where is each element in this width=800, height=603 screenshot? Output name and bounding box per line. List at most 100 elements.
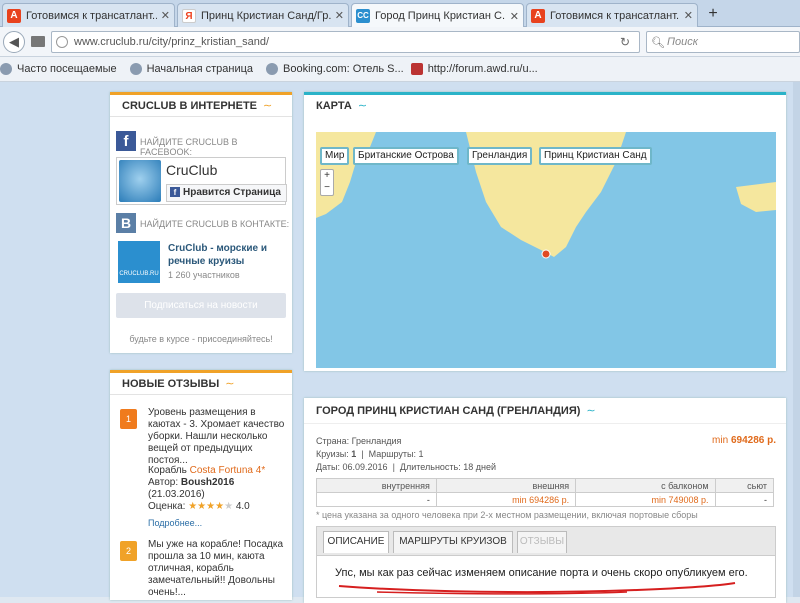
port-marker bbox=[541, 249, 551, 259]
bookmark-item[interactable]: http://forum.awd.ru/u... bbox=[410, 63, 538, 75]
facebook-heading: НАЙДИТЕ CRUCLUB В FACEBOOK: bbox=[140, 137, 238, 157]
map-zoom-control: + − bbox=[320, 169, 334, 196]
page-content: CRUCLUB В ИНТЕРНЕТЕ ∼ f НАЙДИТЕ CRUCLUB В… bbox=[0, 82, 800, 603]
price-table-header: внутренняя внешняя с балконом сьют bbox=[316, 478, 775, 493]
review-number-badge: 1 bbox=[120, 409, 137, 429]
new-tab-button[interactable]: + bbox=[703, 3, 723, 25]
cruclub-icon: CC bbox=[356, 9, 370, 23]
wave-icon: ∼ bbox=[357, 100, 368, 112]
breadcrumb-world[interactable]: Мир bbox=[320, 147, 350, 165]
wave-icon: ∼ bbox=[586, 405, 596, 417]
globe-icon bbox=[56, 36, 68, 48]
yandex-icon: Я bbox=[182, 8, 196, 23]
panel-title: CRUCLUB В ИНТЕРНЕТЕ ∼ bbox=[110, 95, 292, 117]
adobe-icon: A bbox=[531, 8, 545, 23]
social-footer-text: будьте в курсе - присоединяйтесь! bbox=[129, 334, 273, 344]
port-panel: ГОРОД ПРИНЦ КРИСТИАН САНД (ГРЕНЛАНДИЯ) ∼ … bbox=[304, 398, 786, 603]
iceland-landmass bbox=[736, 182, 776, 212]
bookmark-icon bbox=[129, 63, 142, 75]
breadcrumb-greenland[interactable]: Гренландия bbox=[467, 147, 533, 165]
review-text[interactable]: Мы уже на корабле! Посадка прошла за 10 … bbox=[148, 539, 286, 599]
description-content: Упс, мы как раз сейчас изменяем описание… bbox=[316, 556, 776, 598]
back-button[interactable]: ◀ bbox=[3, 31, 25, 53]
browser-tab[interactable]: A Готовимся к трансатлант... ✕ bbox=[2, 3, 175, 27]
tab-title: Принц Кристиан Санд/Гр... bbox=[201, 9, 331, 22]
description-tabs: ОПИСАНИЕ МАРШРУТЫ КРУИЗОВ (1) ОТЗЫВЫ bbox=[316, 526, 776, 567]
review-more-link[interactable]: Подробнее... bbox=[148, 518, 202, 528]
review-text[interactable]: Уровень размещения в каютах - 3. Хромает… bbox=[148, 407, 286, 467]
map-graphic bbox=[316, 132, 776, 259]
reload-icon[interactable]: ↻ bbox=[620, 35, 630, 49]
map-panel: КАРТА ∼ Мир Британские Острова Гренландия… bbox=[304, 92, 786, 371]
facebook-icon: f bbox=[116, 131, 136, 151]
facebook-icon: f bbox=[170, 187, 180, 197]
description-message: Упс, мы как раз сейчас изменяем описание… bbox=[335, 567, 748, 579]
vkontakte-group-link[interactable]: CruClub - морские и речные круизы bbox=[168, 242, 286, 268]
breadcrumb-prince-christian-sound[interactable]: Принц Кристиан Санд bbox=[539, 147, 652, 165]
bookmark-item[interactable]: Часто посещаемые bbox=[0, 63, 117, 75]
review-author: Boush2016 bbox=[180, 477, 235, 488]
price-cell[interactable]: min 749008 р. bbox=[575, 492, 716, 507]
tab-routes[interactable]: МАРШРУТЫ КРУИЗОВ (1) bbox=[393, 531, 513, 567]
reviews-panel: НОВЫЕ ОТЗЫВЫ ∼ 1 Уровень размещения в каю… bbox=[110, 370, 292, 600]
adobe-icon: A bbox=[7, 8, 21, 23]
breadcrumb-british-isles[interactable]: Британские Острова bbox=[353, 147, 459, 165]
star-icon: ★ bbox=[224, 501, 234, 512]
price-table: внутренняя внешняя с балконом сьют - min… bbox=[316, 478, 775, 507]
close-icon[interactable]: ✕ bbox=[684, 9, 693, 22]
zoom-in-button[interactable]: + bbox=[321, 170, 333, 182]
rating-stars: ★★★★ bbox=[188, 501, 225, 512]
review-number-badge: 2 bbox=[120, 541, 137, 561]
panel-title: НОВЫЕ ОТЗЫВЫ ∼ bbox=[110, 373, 292, 395]
page-scrollbar[interactable] bbox=[793, 82, 800, 597]
search-icon: 🔍︎ bbox=[651, 37, 665, 49]
vkontakte-members: 1 260 участников bbox=[168, 270, 240, 280]
menu-icon[interactable] bbox=[31, 36, 45, 47]
subscribe-button[interactable]: Подписаться на новости bbox=[116, 293, 286, 318]
bookmark-item[interactable]: Начальная страница bbox=[129, 63, 253, 75]
close-icon[interactable]: ✕ bbox=[161, 9, 170, 22]
browser-tab-bar: A Готовимся к трансатлант... ✕ Я Принц К… bbox=[0, 0, 800, 28]
tab-title: Готовимся к трансатлант... bbox=[550, 9, 680, 22]
browser-tab-active[interactable]: CC Город Принц Кристиан С... ✕ bbox=[351, 3, 524, 28]
tab-description[interactable]: ОПИСАНИЕ bbox=[323, 531, 389, 553]
port-title: ГОРОД ПРИНЦ КРИСТИАН САНД (ГРЕНЛАНДИЯ) ∼ bbox=[304, 398, 786, 424]
bookmark-icon bbox=[0, 63, 12, 75]
price-cell[interactable]: min 694286 р. bbox=[435, 492, 577, 507]
forum-icon bbox=[410, 63, 423, 75]
map-canvas[interactable] bbox=[316, 132, 776, 368]
tab-title: Готовимся к трансатлант... bbox=[26, 9, 157, 22]
facebook-page-name[interactable]: CruClub bbox=[166, 162, 217, 178]
zoom-out-button[interactable]: − bbox=[321, 182, 333, 194]
annotation-underline bbox=[338, 582, 736, 595]
wave-icon: ∼ bbox=[225, 378, 235, 390]
panel-title: КАРТА ∼ bbox=[316, 100, 368, 112]
cruclub-logo: CRUCLUB.RU bbox=[118, 241, 160, 283]
cruclub-logo bbox=[119, 160, 161, 202]
close-icon[interactable]: ✕ bbox=[335, 9, 344, 22]
vkontakte-icon: B bbox=[116, 213, 136, 233]
wave-icon: ∼ bbox=[263, 100, 273, 112]
close-icon[interactable]: ✕ bbox=[510, 10, 519, 23]
port-info: Страна: Гренландия Круизы: 1 | Маршруты:… bbox=[316, 436, 497, 472]
facebook-like-button[interactable]: f Нравится Страница bbox=[166, 184, 287, 202]
bookmark-icon bbox=[266, 63, 279, 75]
min-price: min 694286 р. bbox=[712, 435, 776, 446]
social-panel: CRUCLUB В ИНТЕРНЕТЕ ∼ f НАЙДИТЕ CRUCLUB В… bbox=[110, 92, 292, 353]
bookmarks-bar: Часто посещаемые Начальная страница Book… bbox=[0, 57, 800, 82]
browser-nav-bar: ◀ www.cruclub.ru/city/prinz_kristian_san… bbox=[0, 27, 800, 57]
review-meta: Корабль Costa Fortuna 4* Автор: Boush201… bbox=[148, 465, 288, 513]
search-input[interactable]: Поиск bbox=[646, 31, 800, 53]
browser-tab[interactable]: A Готовимся к трансатлант... ✕ bbox=[526, 3, 698, 27]
tab-reviews[interactable]: ОТЗЫВЫ bbox=[517, 531, 567, 553]
vkontakte-heading: НАЙДИТЕ CRUCLUB В КОНТАКТЕ: bbox=[140, 219, 290, 229]
review-ship-link[interactable]: Costa Fortuna 4* bbox=[190, 465, 266, 476]
url-bar[interactable]: www.cruclub.ru/city/prinz_kristian_sand/ bbox=[51, 31, 640, 53]
review-date: (21.03.2016) bbox=[148, 489, 205, 500]
price-table-row: - min 694286 р. min 749008 р. - bbox=[316, 492, 775, 507]
facebook-widget: CruClub f Нравится Страница bbox=[116, 157, 287, 205]
price-note: * цена указана за одного человека при 2-… bbox=[316, 510, 698, 520]
browser-tab[interactable]: Я Принц Кристиан Санд/Гр... ✕ bbox=[177, 3, 349, 27]
tab-title: Город Принц Кристиан С... bbox=[375, 10, 506, 22]
bookmark-item[interactable]: Booking.com: Отель S... bbox=[266, 63, 404, 75]
